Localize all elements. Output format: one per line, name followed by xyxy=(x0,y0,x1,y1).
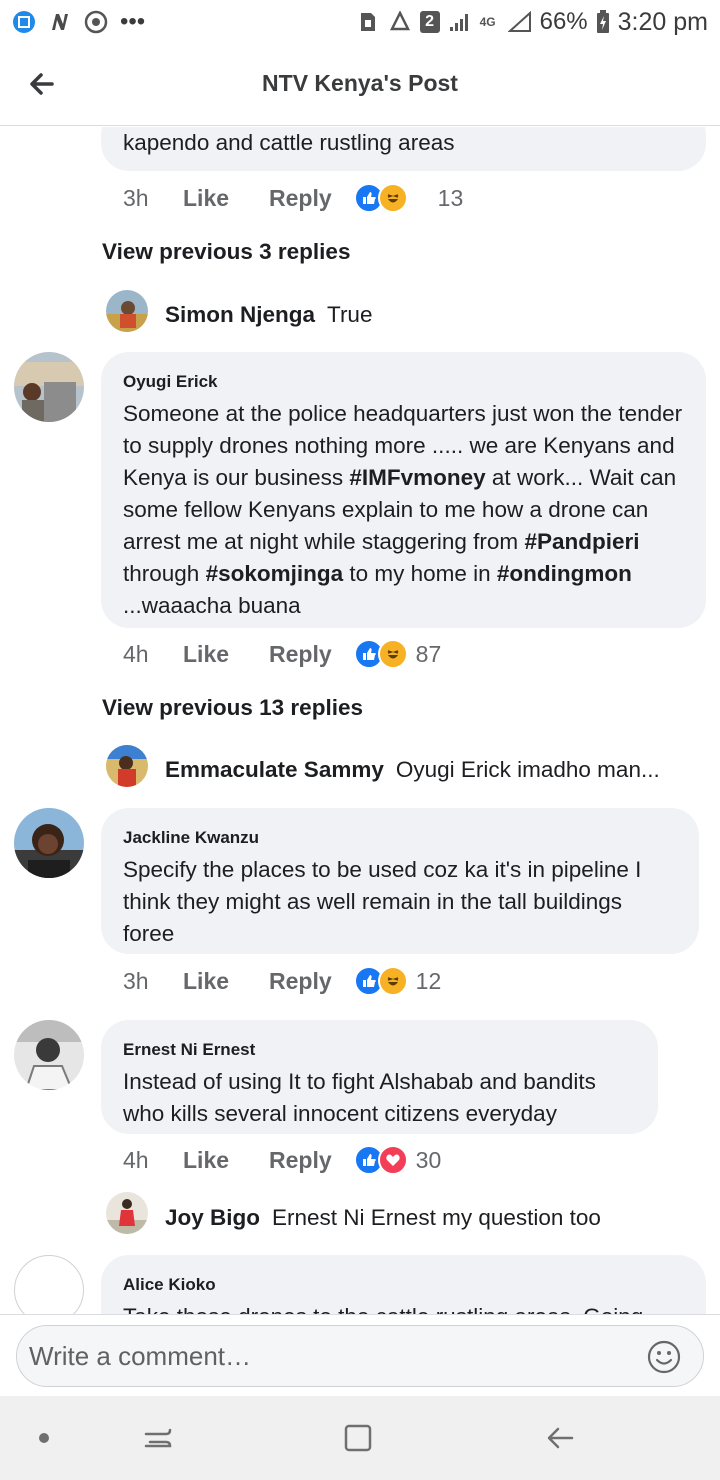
battery-percent: 66% xyxy=(539,8,588,35)
hashtag-link[interactable]: #IMFvmoney xyxy=(349,465,485,490)
reply-author: Emmaculate Sammy xyxy=(165,757,384,782)
comment-bubble[interactable]: Jackline Kwanzu Specify the places to be… xyxy=(101,808,699,954)
screenshot-icon xyxy=(12,10,36,34)
comment-bubble[interactable]: Alice Kioko Take those drones to the cat… xyxy=(101,1255,706,1314)
reply-text: Oyugi Erick imadho man... xyxy=(395,757,660,782)
comment-bubble[interactable]: kapendo and cattle rustling areas xyxy=(101,127,706,171)
view-previous-replies[interactable]: View previous 13 replies xyxy=(102,695,363,721)
hashtag-link[interactable]: #ondingmon xyxy=(497,561,632,586)
comment-text: kapendo and cattle rustling areas xyxy=(123,130,455,155)
reply-text: True xyxy=(327,302,373,327)
signal-icon xyxy=(448,10,472,34)
hashtag-link[interactable]: #Pandpieri xyxy=(524,529,639,554)
reply-preview[interactable]: Joy Bigo Ernest Ni Ernest my question too xyxy=(165,1205,601,1231)
reply-author: Simon Njenga xyxy=(165,302,316,327)
comment-meta: 3h Like Reply 12 xyxy=(123,966,441,996)
hashtag-link[interactable]: #sokomjinga xyxy=(206,561,344,586)
comments-feed[interactable]: kapendo and cattle rustling areas 3h Lik… xyxy=(0,127,720,1314)
reply-button[interactable]: Reply xyxy=(269,1147,332,1174)
comment-text: Specify the places to be used coz ka it'… xyxy=(123,857,642,946)
avatar[interactable] xyxy=(14,1255,84,1314)
chrome-icon xyxy=(84,10,108,34)
comment-author: Jackline Kwanzu xyxy=(123,828,260,847)
recents-icon[interactable] xyxy=(138,1418,178,1458)
view-previous-replies[interactable]: View previous 3 replies xyxy=(102,239,350,265)
sim-badge: 2 xyxy=(419,11,440,33)
clock: 3:20 pm xyxy=(617,7,708,36)
system-nav-bar xyxy=(0,1396,720,1480)
reaction-count: 12 xyxy=(415,967,442,994)
back-arrow-icon[interactable] xyxy=(540,1418,580,1458)
more-notifications-icon: ••• xyxy=(120,8,146,35)
comment-author: Ernest Ni Ernest xyxy=(123,1040,256,1059)
reply-preview[interactable]: Simon Njenga True xyxy=(165,302,372,328)
haha-icon xyxy=(377,966,408,996)
comment-text: Instead of using It to fight Alshabab an… xyxy=(123,1069,596,1126)
home-square-icon[interactable] xyxy=(338,1418,378,1458)
like-button[interactable]: Like xyxy=(183,641,229,668)
haha-icon xyxy=(377,639,408,669)
comment-author: Oyugi Erick xyxy=(123,372,218,391)
comment-composer xyxy=(0,1314,720,1396)
smiley-icon[interactable] xyxy=(646,1339,682,1375)
recycle-icon xyxy=(388,10,412,34)
text-part: to my home in xyxy=(343,561,497,586)
comment-bubble[interactable]: Ernest Ni Ernest Instead of using It to … xyxy=(101,1020,658,1134)
reply-button[interactable]: Reply xyxy=(269,968,332,995)
avatar[interactable] xyxy=(14,1020,84,1090)
reply-author: Joy Bigo xyxy=(165,1205,261,1230)
comment-time: 4h xyxy=(123,1146,149,1173)
comment-meta: 3h Like Reply 13 xyxy=(123,183,463,213)
avatar[interactable] xyxy=(14,352,84,422)
avatar[interactable] xyxy=(14,808,84,878)
comment-meta: 4h Like Reply 30 xyxy=(123,1145,441,1175)
status-left: ••• xyxy=(12,8,145,36)
reply-preview[interactable]: Emmaculate Sammy Oyugi Erick imadho man..… xyxy=(165,757,660,783)
n-app-icon xyxy=(48,10,72,34)
sim-card-icon xyxy=(356,10,380,34)
avatar[interactable] xyxy=(106,1192,148,1234)
reactions[interactable] xyxy=(353,966,408,996)
haha-icon xyxy=(377,183,408,213)
reactions[interactable] xyxy=(353,639,408,669)
network-type: 4G xyxy=(479,15,496,29)
text-part: through xyxy=(123,561,206,586)
status-bar: ••• 2 4G 66% 3:20 pm xyxy=(0,0,720,44)
comment-author: Alice Kioko xyxy=(123,1275,216,1294)
dot-icon[interactable] xyxy=(24,1418,64,1458)
comment-time: 3h xyxy=(123,967,149,994)
comment-input[interactable] xyxy=(16,1325,704,1387)
reactions[interactable] xyxy=(353,183,408,213)
reaction-count: 13 xyxy=(437,184,464,211)
reply-button[interactable]: Reply xyxy=(269,641,332,668)
battery-charging-icon xyxy=(596,10,610,34)
like-button[interactable]: Like xyxy=(183,1147,229,1174)
signal-empty-icon xyxy=(507,10,532,34)
page-title: NTV Kenya's Post xyxy=(262,70,458,96)
reactions[interactable] xyxy=(353,1145,408,1175)
like-button[interactable]: Like xyxy=(183,185,229,212)
comment-text: Take those drones to the cattle rustling… xyxy=(123,1301,684,1314)
reaction-count: 87 xyxy=(415,640,442,667)
comment-text: Someone at the police headquarters just … xyxy=(123,398,684,622)
text-part: ...waaacha buana xyxy=(123,593,301,618)
comment-meta: 4h Like Reply 87 xyxy=(123,639,441,669)
comment-bubble[interactable]: Oyugi Erick Someone at the police headqu… xyxy=(101,352,706,628)
reply-button[interactable]: Reply xyxy=(269,185,332,212)
comment-time: 3h xyxy=(123,184,149,211)
status-right: 2 4G 66% 3:20 pm xyxy=(356,8,708,37)
sim-badge-text: 2 xyxy=(425,13,435,30)
app-header: NTV Kenya's Post xyxy=(0,44,720,126)
reply-text: Ernest Ni Ernest my question too xyxy=(272,1205,601,1230)
reaction-count: 30 xyxy=(415,1146,442,1173)
heart-icon xyxy=(377,1145,408,1175)
comment-time: 4h xyxy=(123,640,149,667)
avatar[interactable] xyxy=(106,290,148,332)
avatar[interactable] xyxy=(106,745,148,787)
like-button[interactable]: Like xyxy=(183,968,229,995)
